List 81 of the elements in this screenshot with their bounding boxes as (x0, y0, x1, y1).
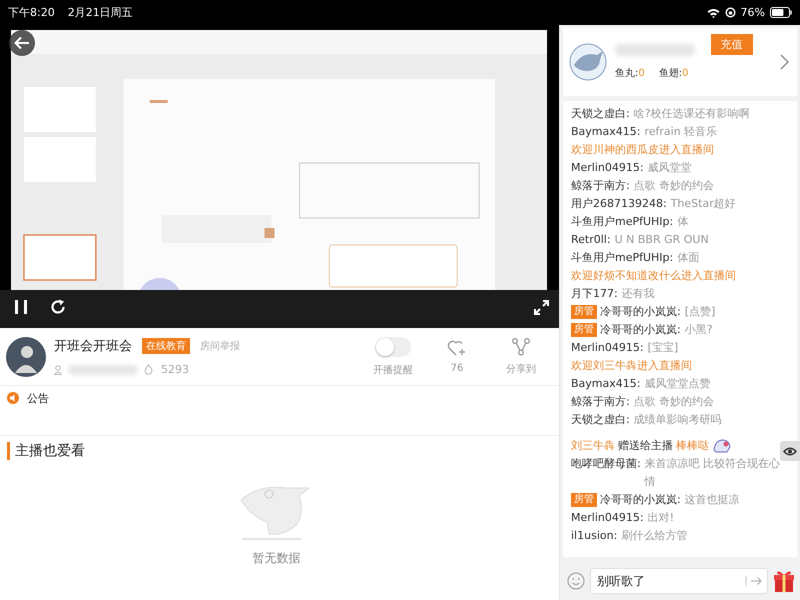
chat-username[interactable]: 月下177: (571, 285, 618, 303)
balance-value: 0 (638, 68, 645, 78)
eye-button[interactable] (780, 441, 800, 461)
wifi-icon (706, 8, 720, 18)
avatar-drawing (569, 43, 607, 81)
rotation-lock-icon (724, 7, 736, 18)
chat-username[interactable]: 斗鱼用户mePfUHIp: (571, 249, 674, 267)
balance-value: 0 (682, 68, 688, 78)
battery-percent: 76% (740, 6, 765, 19)
chat-text: 成绩单影响考研吗 (634, 412, 723, 428)
chat-username[interactable]: 冷哥哥的小岚岚: (600, 321, 681, 339)
chat-text: 来首凉凉吧 比较符合现在心情 (644, 456, 782, 490)
chat-text: 威风堂堂 (648, 160, 693, 176)
back-arrow-icon[interactable] (14, 36, 30, 50)
role-badge: 房管 (571, 493, 597, 507)
chat-username[interactable]: 冷哥哥的小岚岚: (600, 491, 681, 509)
empty-message: 暂无数据 (252, 550, 300, 567)
gift-icon[interactable] (773, 569, 795, 593)
chat-text: [点赞] (684, 304, 716, 320)
chat-text: 体 (677, 214, 690, 230)
chat-text: 小黑? (684, 322, 714, 338)
chat-username[interactable]: Baymax415: (571, 123, 640, 141)
chat-username[interactable]: 斗鱼用户mePfUHIp: (571, 213, 674, 231)
chat-text: U N BBR GR OUN (614, 232, 710, 248)
chat-username[interactable]: 鲸落于南方: (571, 177, 630, 195)
emoji-icon[interactable] (567, 572, 585, 590)
blurred-name (68, 364, 138, 374)
chat-text: TheStar超好 (670, 196, 737, 212)
chat-username[interactable]: 天锁之虚白: (571, 411, 630, 429)
person-icon (54, 364, 62, 374)
chat-text: 威风堂堂点赞 (644, 376, 712, 392)
chat-text: refrain 轻音乐 (644, 124, 718, 140)
share-icon[interactable] (511, 338, 531, 356)
chat-text: 这首也挺凉 (684, 492, 741, 508)
status-date: 2月21日周五 (68, 5, 133, 20)
follow-count: 76 (450, 363, 464, 374)
chat-text: 还有我 (622, 286, 656, 302)
balance-label: 鱼丸: (615, 66, 638, 80)
heart-plus-icon[interactable] (447, 339, 467, 357)
chat-username[interactable]: Merlin04915: (571, 159, 644, 177)
eye-icon[interactable] (783, 446, 797, 456)
battery-icon (770, 7, 792, 18)
chat-username[interactable]: 天锁之虚白: (571, 105, 630, 123)
chat-username[interactable]: 咆哮吧酵母菌: (571, 455, 641, 473)
room-title: 开班会开班会 (54, 338, 132, 355)
welcome-notice: 欢迎好烦不知道改什么进入直播间 (571, 268, 737, 284)
chat-username[interactable]: il1usion: (571, 527, 618, 545)
fullscreen-icon[interactable] (534, 300, 549, 314)
role-badge: 房管 (571, 305, 597, 319)
chat-text: 刷什么给方管 (621, 528, 688, 544)
chat-text: [宝宝] (648, 340, 680, 356)
welcome-notice: 欢迎刘三牛犇进入直播间 (571, 358, 693, 374)
chat-username[interactable]: 鲸落于南方: (571, 393, 630, 411)
chat-username[interactable]: Baymax415: (571, 375, 640, 393)
pause-icon[interactable] (14, 299, 28, 315)
status-time: 下午8:20 (8, 5, 55, 20)
balance-label: 鱼翅: (658, 66, 682, 80)
speaker-icon (7, 392, 19, 404)
chevron-right-icon[interactable] (780, 54, 789, 70)
chat-username[interactable]: 冷哥哥的小岚岚: (600, 303, 681, 321)
chat-text: 体面 (677, 250, 700, 266)
chat-username[interactable]: Merlin04915: (571, 509, 644, 527)
gift-text: 赠送给主播 (618, 438, 673, 454)
chat-input[interactable]: 别听歌了 (590, 568, 768, 594)
chat-username[interactable]: Retr0ll: (571, 231, 611, 249)
heat-count: 5293 (161, 363, 189, 376)
role-badge: 房管 (571, 323, 597, 337)
gift-sticker-icon (712, 438, 732, 454)
notice-label: 公告 (27, 392, 49, 405)
reminder-toggle[interactable] (375, 336, 411, 356)
chat-text: 啥?校任选课还有影响啊 (634, 106, 751, 122)
avatar (6, 336, 46, 376)
chat-text: 出对! (648, 510, 675, 526)
chat-text: 点歌 奇妙的约会 (634, 394, 716, 410)
refresh-icon[interactable] (50, 299, 66, 315)
chat-text: 点歌 奇妙的约会 (634, 178, 716, 194)
chat-username[interactable]: Merlin04915: (571, 339, 644, 357)
chat-username[interactable]: 用户2687139248: (571, 195, 667, 213)
gift-name: 棒棒哒 (676, 438, 709, 454)
reminder-label: 开播提醒 (373, 364, 413, 376)
welcome-notice: 欢迎川神的西瓜皮进入直播间 (571, 142, 715, 158)
